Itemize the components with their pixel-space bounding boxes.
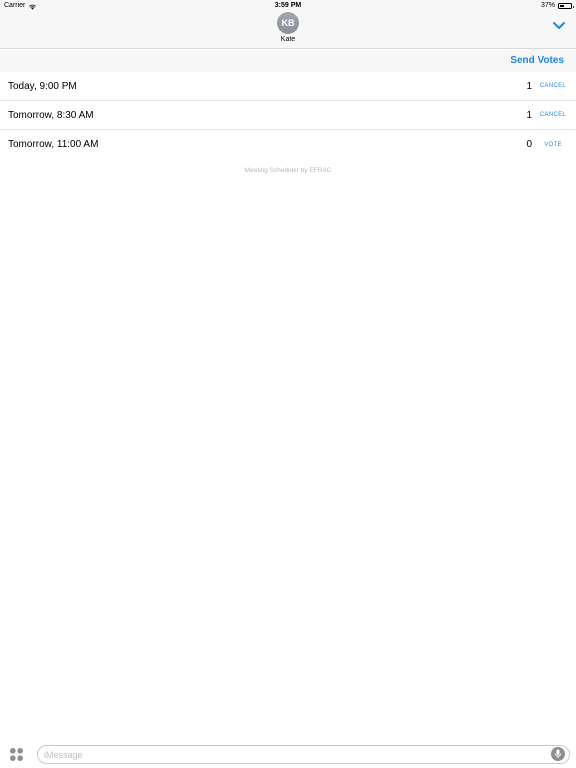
battery-level [560, 5, 564, 7]
screen: KB Kate Carrier 3:59 PM 37% Send Votes T… [0, 0, 576, 768]
list-item: Tomorrow, 11:00 AM 0 VOTE [0, 130, 576, 159]
microphone-icon [554, 749, 562, 758]
cancel-button[interactable]: CANCEL [538, 112, 568, 118]
list-item: Today, 9:00 PM 1 CANCEL [0, 72, 576, 101]
send-votes-button[interactable]: Send Votes [510, 55, 564, 66]
credit-text: Meeting Scheduler by EFRAC [244, 167, 332, 174]
app-drawer-button[interactable] [9, 747, 24, 762]
clock: 3:59 PM [274, 2, 302, 9]
collapse-button[interactable] [552, 18, 566, 29]
cancel-button[interactable]: CANCEL [538, 83, 568, 89]
option-time: Today, 9:00 PM [8, 80, 77, 92]
app-drawer-icon [10, 748, 23, 761]
battery-percent: 37% [540, 2, 555, 9]
options-list: Today, 9:00 PM 1 CANCEL Tomorrow, 8:30 A… [0, 72, 576, 159]
message-input-bar [0, 742, 576, 768]
vote-count: 1 [526, 80, 532, 92]
imessage-input[interactable] [37, 745, 570, 764]
chevron-down-icon [553, 22, 565, 29]
battery-tip [572, 5, 574, 8]
vote-count: 0 [526, 139, 532, 150]
contact-info[interactable]: KB Kate [0, 12, 576, 43]
option-time: Tomorrow, 8:30 AM [8, 109, 94, 121]
option-time: Tomorrow, 11:00 AM [8, 139, 99, 150]
avatar[interactable]: KB [277, 12, 299, 34]
battery-icon [558, 3, 574, 9]
microphone-button[interactable] [551, 747, 565, 761]
list-item: Tomorrow, 8:30 AM 1 CANCEL [0, 101, 576, 130]
vote-count: 1 [526, 109, 532, 121]
contact-name: Kate [280, 36, 296, 43]
vote-button[interactable]: VOTE [538, 142, 568, 148]
send-votes-bar: Send Votes [0, 50, 576, 72]
status-bar: Carrier 3:59 PM 37% [0, 0, 576, 12]
